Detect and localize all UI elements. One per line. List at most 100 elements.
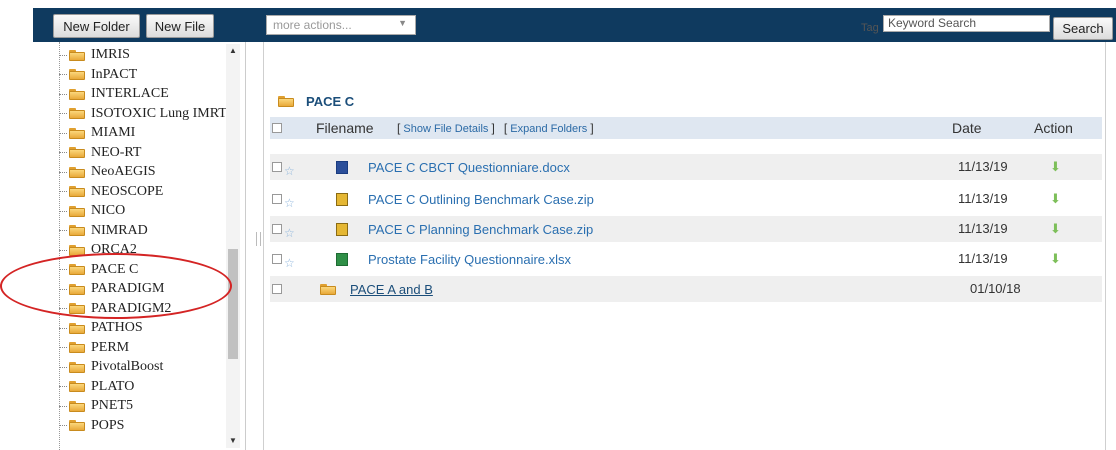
sidebar-folder-item[interactable]: POPS bbox=[59, 417, 124, 435]
folder-icon bbox=[69, 147, 85, 158]
new-file-button[interactable]: New File bbox=[146, 14, 214, 38]
sidebar-folder-label: PARADIGM bbox=[91, 281, 165, 296]
folder-icon bbox=[69, 186, 85, 197]
search-button[interactable]: Search bbox=[1053, 17, 1113, 40]
file-date: 11/13/19 bbox=[958, 251, 1008, 266]
sidebar-folder-label: ISOTOXIC Lung IMRT bbox=[91, 105, 227, 121]
folder-name-link[interactable]: PACE A and B bbox=[350, 282, 433, 297]
folder-row[interactable]: PACE A and B 01/10/18 bbox=[270, 276, 1102, 302]
sidebar-folder-item[interactable]: NIMRAD bbox=[59, 222, 148, 240]
action-column-header: Action bbox=[1034, 120, 1073, 136]
keyword-search-input[interactable]: Keyword Search bbox=[883, 15, 1050, 32]
sidebar-scrollbar[interactable]: ▲ ▼ bbox=[226, 44, 240, 448]
sidebar-folder-item[interactable]: PARADIGM bbox=[59, 280, 164, 298]
pane-splitter-handle[interactable] bbox=[256, 232, 261, 246]
file-row[interactable]: ☆ PACE C Outlining Benchmark Case.zip 11/1… bbox=[270, 186, 1102, 212]
folder-icon bbox=[69, 303, 85, 314]
file-row[interactable]: ☆ PACE C Planning Benchmark Case.zip 11/13… bbox=[270, 216, 1102, 242]
row-checkbox[interactable] bbox=[272, 254, 282, 264]
file-name-link[interactable]: PACE C Planning Benchmark Case.zip bbox=[368, 222, 593, 237]
sidebar-folder-item[interactable]: PERM bbox=[59, 339, 129, 357]
tree-connector bbox=[59, 132, 67, 134]
folder-icon bbox=[69, 127, 85, 139]
sidebar-folder-item[interactable]: NEO-RT bbox=[59, 144, 141, 162]
folder-icon bbox=[69, 381, 85, 392]
filename-column-header[interactable]: Filename bbox=[316, 120, 374, 136]
file-date: 11/13/19 bbox=[958, 221, 1008, 236]
zip-archive-icon bbox=[336, 193, 348, 206]
file-name-link[interactable]: PACE C Outlining Benchmark Case.zip bbox=[368, 192, 594, 207]
star-icon[interactable]: ☆ bbox=[284, 196, 295, 210]
sidebar-folder-item[interactable]: INTERLACE bbox=[59, 85, 169, 103]
sidebar-folder-label: PERM bbox=[91, 339, 130, 355]
download-arrow-icon[interactable]: ⬇ bbox=[1050, 159, 1061, 175]
folder-icon bbox=[69, 420, 85, 431]
star-icon[interactable]: ☆ bbox=[284, 226, 295, 240]
star-icon[interactable]: ☆ bbox=[284, 164, 295, 178]
file-date: 11/13/19 bbox=[958, 191, 1008, 206]
file-name-link[interactable]: Prostate Facility Questionnaire.xlsx bbox=[368, 252, 571, 267]
star-icon[interactable]: ☆ bbox=[284, 256, 295, 270]
sidebar-folder-item[interactable]: NICO bbox=[59, 202, 125, 220]
expand-folders-link[interactable]: Expand Folders bbox=[510, 123, 587, 135]
sidebar-folder-item[interactable]: PivotalBoost bbox=[59, 358, 163, 376]
folder-icon bbox=[69, 205, 85, 217]
row-checkbox[interactable] bbox=[272, 284, 282, 294]
sidebar-folder-item[interactable]: ISOTOXIC Lung IMRT bbox=[59, 105, 227, 123]
tree-connector bbox=[59, 327, 67, 329]
sidebar-folder-label: INTERLACE bbox=[91, 86, 169, 101]
file-name-link[interactable]: PACE C CBCT Questionniare.docx bbox=[368, 160, 570, 175]
row-checkbox[interactable] bbox=[272, 162, 282, 172]
sidebar-folder-item[interactable]: PACE C bbox=[59, 261, 138, 279]
scroll-down-arrow-icon[interactable]: ▼ bbox=[226, 434, 240, 448]
show-file-details-link[interactable]: Show File Details bbox=[403, 123, 488, 135]
tree-connector bbox=[59, 191, 67, 192]
sidebar-folder-item[interactable]: ORCA2 bbox=[59, 241, 137, 259]
sidebar-folder-label: InPACT bbox=[91, 66, 138, 82]
more-actions-placeholder: more actions... bbox=[273, 18, 352, 32]
row-checkbox[interactable] bbox=[272, 224, 282, 234]
sidebar-folder-label: PNET5 bbox=[91, 398, 133, 413]
tree-connector bbox=[59, 405, 67, 407]
row-checkbox[interactable] bbox=[272, 194, 282, 204]
scroll-up-arrow-icon[interactable]: ▲ bbox=[226, 44, 240, 58]
sidebar-folder-item[interactable]: NEOSCOPE bbox=[59, 183, 163, 201]
folder-icon bbox=[69, 108, 85, 119]
sidebar-folder-item[interactable]: InPACT bbox=[59, 66, 137, 84]
folder-icon bbox=[69, 361, 85, 373]
download-arrow-icon[interactable]: ⬇ bbox=[1050, 251, 1061, 267]
sidebar-folder-label: NEO-RT bbox=[91, 144, 142, 160]
sidebar-folder-item[interactable]: PNET5 bbox=[59, 397, 133, 415]
folder-icon bbox=[69, 283, 85, 295]
folder-tree: IMRIS InPACT INTERLACE ISOTOXIC Lung IMRT MI… bbox=[35, 42, 246, 450]
file-row[interactable]: ☆ Prostate Facility Questionnaire.xlsx 11/… bbox=[270, 246, 1102, 272]
zip-archive-icon bbox=[336, 223, 348, 236]
sidebar-folder-label: NICO bbox=[91, 203, 126, 218]
folder-icon bbox=[69, 225, 85, 236]
download-arrow-icon[interactable]: ⬇ bbox=[1050, 191, 1061, 207]
folder-icon bbox=[69, 322, 85, 334]
date-column-header[interactable]: Date bbox=[952, 120, 982, 136]
tree-connector bbox=[59, 74, 67, 75]
tree-connector bbox=[59, 269, 67, 270]
sidebar-folder-item[interactable]: MIAMI bbox=[59, 124, 135, 142]
scroll-thumb[interactable] bbox=[228, 249, 238, 359]
download-arrow-icon[interactable]: ⬇ bbox=[1050, 221, 1061, 237]
sidebar-folder-item[interactable]: PATHOS bbox=[59, 319, 143, 337]
sidebar-folder-item[interactable]: NeoAEGIS bbox=[59, 163, 156, 181]
sidebar-folder-label: PARADIGM2 bbox=[91, 300, 172, 316]
new-folder-button[interactable]: New Folder bbox=[53, 14, 140, 38]
folder-icon bbox=[69, 69, 85, 80]
tree-connector bbox=[59, 347, 67, 348]
file-row[interactable]: ☆ PACE C CBCT Questionniare.docx 11/13/19 ⬇ bbox=[270, 154, 1102, 180]
sidebar-folder-label: PACE C bbox=[91, 261, 139, 277]
select-all-checkbox[interactable] bbox=[272, 123, 282, 133]
sidebar-folder-item[interactable]: PLATO bbox=[59, 378, 134, 396]
sidebar-folder-label: PLATO bbox=[91, 378, 135, 394]
tree-connector bbox=[59, 171, 67, 173]
more-actions-select[interactable]: more actions... ▼ bbox=[266, 15, 416, 35]
file-date: 11/13/19 bbox=[958, 159, 1008, 174]
sidebar-folder-item[interactable]: PARADIGM2 bbox=[59, 300, 171, 318]
sidebar-folder-label: POPS bbox=[91, 417, 125, 433]
sidebar-folder-item[interactable]: IMRIS bbox=[59, 46, 130, 64]
